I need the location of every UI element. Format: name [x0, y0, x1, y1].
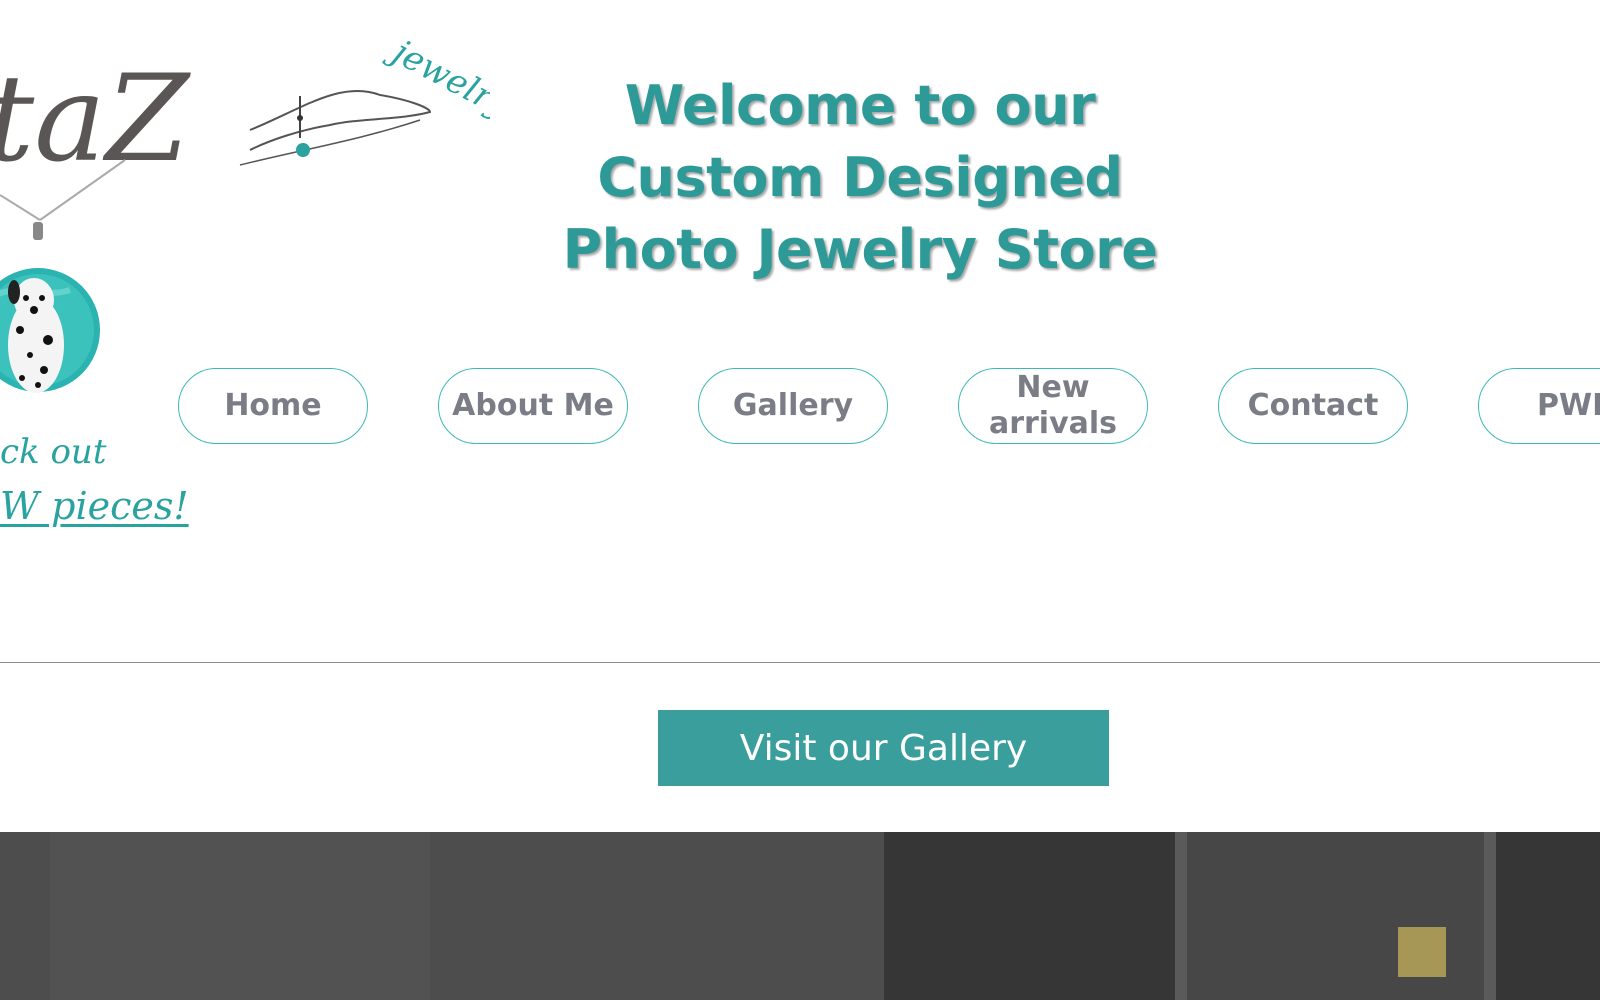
- nav-gallery-label: Gallery: [732, 388, 854, 423]
- hero-image: [0, 832, 1600, 1000]
- nav-new-arrivals-label: New arrivals: [988, 370, 1118, 441]
- nav-about-me-button[interactable]: About Me: [438, 368, 628, 444]
- title-line-2: Custom Designed: [597, 146, 1123, 209]
- nav-new-arrivals-button[interactable]: New arrivals: [958, 368, 1148, 444]
- section-divider: [0, 662, 1600, 663]
- nav-contact-label: Contact: [1247, 388, 1379, 423]
- nav-pwd-label: PWD: [1537, 388, 1600, 423]
- logo-script: jewelry: [380, 29, 490, 127]
- nav-about-me-label: About Me: [452, 388, 614, 423]
- visit-gallery-button[interactable]: Visit our Gallery: [658, 710, 1109, 786]
- logo-tagline-2[interactable]: W pieces!: [0, 484, 189, 528]
- logo-wordmark: taZ: [0, 50, 192, 189]
- nav-home-button[interactable]: Home: [178, 368, 368, 444]
- nav-gallery-button[interactable]: Gallery: [698, 368, 888, 444]
- nav-contact-button[interactable]: Contact: [1218, 368, 1408, 444]
- site-logo[interactable]: taZ jewelry ck out W pieces!: [0, 0, 490, 540]
- title-line-1: Welcome to our: [624, 74, 1096, 137]
- page-title: Welcome to our Custom Designed Photo Jew…: [560, 70, 1160, 286]
- nav-pwd-button[interactable]: PWD: [1478, 368, 1600, 444]
- logo-tagline-1: ck out: [0, 432, 107, 472]
- title-line-3: Photo Jewelry Store: [562, 218, 1158, 281]
- nav-home-label: Home: [224, 388, 322, 423]
